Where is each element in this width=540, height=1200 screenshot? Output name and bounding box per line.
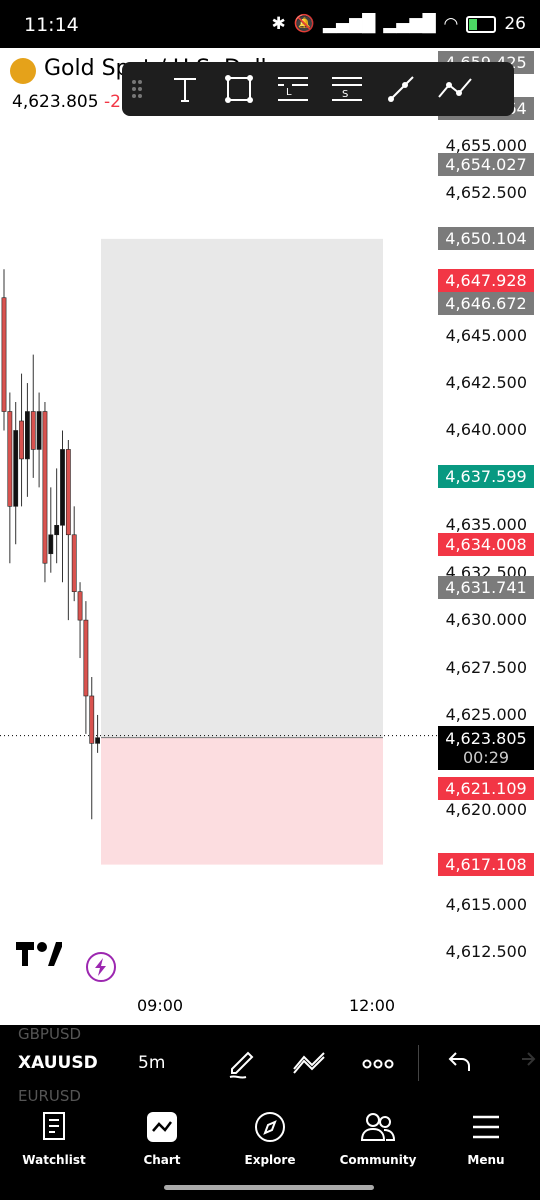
candle-body xyxy=(24,411,30,460)
candle-body xyxy=(7,411,13,507)
chart-icon xyxy=(147,1112,177,1142)
price-axis-label: 4,625.000 xyxy=(445,704,527,724)
drawing-toolbar: L S xyxy=(122,62,514,116)
candle-body xyxy=(83,619,89,697)
draw-pencil-icon[interactable] xyxy=(226,1047,258,1083)
community-icon xyxy=(360,1113,396,1141)
candle-body xyxy=(77,591,83,621)
battery-icon xyxy=(466,15,497,33)
battery-level: 26 xyxy=(504,14,526,34)
candle-body xyxy=(19,420,24,460)
compass-icon xyxy=(255,1112,285,1142)
price-axis-label: 4,645.000 xyxy=(445,325,527,345)
nav-chart-label: Chart xyxy=(143,1153,181,1167)
stop-zone xyxy=(101,737,383,865)
lightning-icon[interactable] xyxy=(86,952,116,982)
candle-body xyxy=(54,524,60,536)
gold-logo-icon xyxy=(10,58,36,84)
redo-icon[interactable] xyxy=(512,1051,536,1077)
price-tag: 4,654.027 xyxy=(438,152,534,176)
current-price: 4,623.805 xyxy=(445,729,527,748)
undo-icon[interactable] xyxy=(448,1051,472,1077)
nav-chart[interactable]: Chart xyxy=(112,1111,212,1167)
text-tool-icon[interactable] xyxy=(164,68,206,110)
signal-icon: ▂▄▆█ xyxy=(322,14,376,34)
svg-text:L: L xyxy=(286,87,292,98)
candle-body xyxy=(13,430,19,507)
divider xyxy=(418,1045,419,1081)
target-zone xyxy=(101,238,383,738)
home-indicator[interactable] xyxy=(164,1185,374,1190)
signal-icon-2: ▂▄▆█ xyxy=(383,14,436,34)
indicators-icon[interactable] xyxy=(292,1049,326,1079)
price-axis-label: 4,640.000 xyxy=(445,420,527,440)
trend-line-tool-icon[interactable] xyxy=(380,68,422,110)
price-tag: 4,647.928 xyxy=(438,268,534,292)
price-tag: 4,650.104 xyxy=(438,227,534,251)
nav-menu-label: Menu xyxy=(467,1153,505,1167)
nav-menu[interactable]: Menu xyxy=(436,1111,536,1167)
candle-body xyxy=(60,449,65,526)
candle-body xyxy=(48,534,54,555)
bluetooth-icon: ✱ xyxy=(271,14,286,34)
path-tool-icon[interactable] xyxy=(434,68,476,110)
candle-body xyxy=(71,534,77,592)
current-price-tag: 4,623.805 00:29 xyxy=(438,726,534,770)
svg-text:S: S xyxy=(342,89,348,100)
status-bar: 11:14 ✱ 🔕 ▂▄▆█ ▂▄▆█ ◠ 26 xyxy=(0,0,540,48)
nav-watchlist[interactable]: Watchlist xyxy=(4,1111,104,1167)
candle-body xyxy=(1,297,7,412)
price-axis-label: 4,652.500 xyxy=(445,183,527,203)
price-tag: 4,637.599 xyxy=(438,464,534,488)
candle-body xyxy=(42,411,48,564)
price-tag: 4,634.008 xyxy=(438,532,534,556)
price-axis-label: 4,627.500 xyxy=(445,657,527,677)
nav-community-label: Community xyxy=(339,1153,417,1167)
price-tag: 4,621.109 xyxy=(438,777,534,801)
menu-icon xyxy=(473,1115,499,1139)
price-axis-label: 4,620.000 xyxy=(445,799,527,819)
time-axis: 09:00 12:00 xyxy=(0,990,540,1020)
symbol-bar: GBPUSD XAUUSD EURUSD 5m xyxy=(0,1025,540,1105)
candle-body xyxy=(30,411,36,450)
price-tag: 4,646.672 xyxy=(438,292,534,316)
candles xyxy=(1,269,100,820)
time-label-1: 09:00 xyxy=(137,996,184,1015)
candle-body xyxy=(95,737,100,744)
status-time: 11:14 xyxy=(24,14,79,36)
status-icons: ✱ 🔕 ▂▄▆█ ▂▄▆█ ◠ 26 xyxy=(272,14,527,34)
tradingview-logo xyxy=(16,942,64,970)
candle-body xyxy=(36,411,42,450)
price-axis-label: 4,635.000 xyxy=(445,515,527,535)
nav-explore-label: Explore xyxy=(244,1153,296,1167)
wifi-icon: ◠ xyxy=(443,14,459,34)
price-tag: 4,617.108 xyxy=(438,853,534,877)
candle-body xyxy=(89,695,95,744)
price-axis-label: 4,630.000 xyxy=(445,610,527,630)
short-position-tool-icon[interactable]: S xyxy=(326,68,368,110)
long-position-tool-icon[interactable]: L xyxy=(272,68,314,110)
nav-explore[interactable]: Explore xyxy=(220,1111,320,1167)
bar-countdown: 00:29 xyxy=(462,748,510,767)
last-price-value: 4,623.805 xyxy=(12,92,99,112)
drag-handle-icon[interactable] xyxy=(122,68,152,110)
mute-icon: 🔕 xyxy=(293,14,315,34)
price-axis-label: 4,615.000 xyxy=(445,894,527,914)
watchlist-icon xyxy=(43,1112,65,1140)
nav-watchlist-label: Watchlist xyxy=(22,1153,86,1167)
symbol-name[interactable]: XAUUSD xyxy=(18,1053,98,1073)
last-price: 4,623.805 -2 xyxy=(12,92,121,112)
nav-community[interactable]: Community xyxy=(328,1111,428,1167)
price-change: -2 xyxy=(103,92,121,112)
rectangle-tool-icon[interactable] xyxy=(218,68,260,110)
interval-button[interactable]: 5m xyxy=(138,1053,165,1073)
time-label-2: 12:00 xyxy=(349,996,396,1015)
candle-body xyxy=(65,449,71,536)
more-icon[interactable] xyxy=(362,1055,394,1074)
bottom-nav: Watchlist Chart Explore Community Menu xyxy=(0,1103,540,1200)
prev-symbol[interactable]: GBPUSD xyxy=(18,1025,81,1043)
price-tag: 4,631.741 xyxy=(438,575,534,599)
price-axis-label: 4,642.500 xyxy=(445,373,527,393)
price-axis-label: 4,612.500 xyxy=(445,942,527,961)
